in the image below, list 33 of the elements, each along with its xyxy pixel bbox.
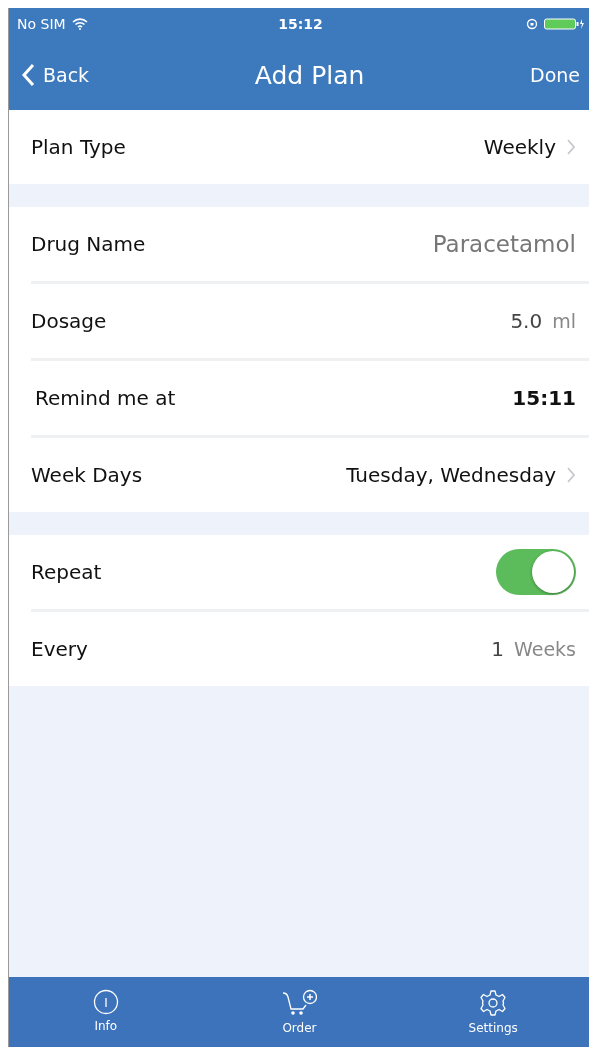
settings-icon [479, 989, 508, 1017]
row-label: Plan Type [31, 135, 126, 159]
status-time: 15:12 [278, 16, 323, 32]
value-field[interactable]: 5.0 [510, 309, 543, 333]
done-button[interactable]: Done [530, 64, 580, 86]
row-label: Every [31, 637, 88, 661]
rotation-lock-icon [526, 18, 538, 30]
unit-label: ml [552, 310, 576, 332]
screen-title: Add Plan [254, 60, 365, 90]
chevron-right-icon [566, 138, 576, 156]
tab-bar-item[interactable]: Settings [433, 989, 554, 1035]
row-value[interactable]: Weekly [483, 135, 556, 159]
value-field[interactable]: Paracetamol [432, 231, 576, 257]
tab-bar-item[interactable]: Info [45, 989, 166, 1033]
row-value[interactable]: Tuesday, Wednesday [346, 463, 556, 487]
chevron-right-icon [566, 466, 576, 484]
value-field[interactable]: 1 [491, 637, 505, 661]
info-icon [92, 989, 119, 1015]
repeat-toggle[interactable] [496, 549, 576, 595]
cart-plus-icon [281, 989, 318, 1017]
row-label: Drug Name [31, 232, 146, 256]
time-value[interactable]: 15:11 [512, 386, 576, 410]
battery-icon [544, 18, 584, 30]
tab-bar-item[interactable]: Order [239, 989, 360, 1035]
row-label: Repeat [31, 560, 102, 584]
row-label: Week Days [31, 463, 143, 487]
back-button[interactable]: Back [21, 63, 90, 87]
unit-label: Weeks [514, 638, 576, 660]
wifi-icon [71, 18, 88, 30]
chevron-left-icon [21, 63, 35, 87]
row-label: Remind me at [35, 386, 176, 410]
row-label: Dosage [31, 309, 107, 333]
carrier: No SIM [17, 16, 66, 32]
